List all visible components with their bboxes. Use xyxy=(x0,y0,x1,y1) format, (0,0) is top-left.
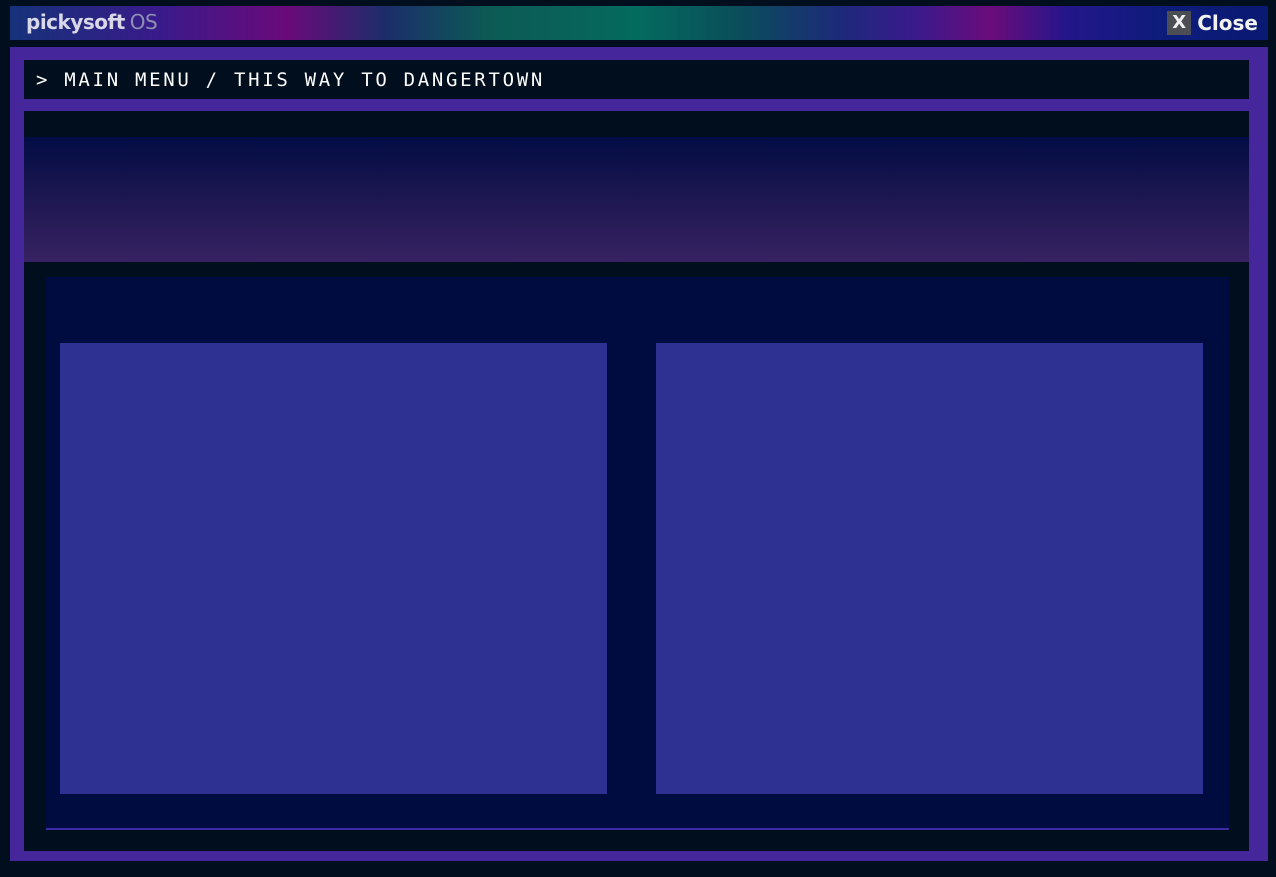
os-brand: pickysoft OS xyxy=(26,9,158,35)
header-banner xyxy=(24,137,1249,262)
brand-name: pickysoft xyxy=(26,10,125,34)
os-titlebar: pickysoft OS X Close xyxy=(10,6,1268,40)
breadcrumb: > MAIN MENU / THIS WAY TO DANGERTOWN xyxy=(36,69,546,91)
close-button[interactable]: X Close xyxy=(1167,11,1258,35)
close-label: Close xyxy=(1197,11,1258,35)
menu-card-right[interactable] xyxy=(656,343,1203,794)
menu-card-left[interactable] xyxy=(60,343,607,794)
breadcrumb-bar: > MAIN MENU / THIS WAY TO DANGERTOWN xyxy=(24,60,1249,99)
close-icon: X xyxy=(1167,11,1192,35)
brand-suffix: OS xyxy=(129,10,158,34)
